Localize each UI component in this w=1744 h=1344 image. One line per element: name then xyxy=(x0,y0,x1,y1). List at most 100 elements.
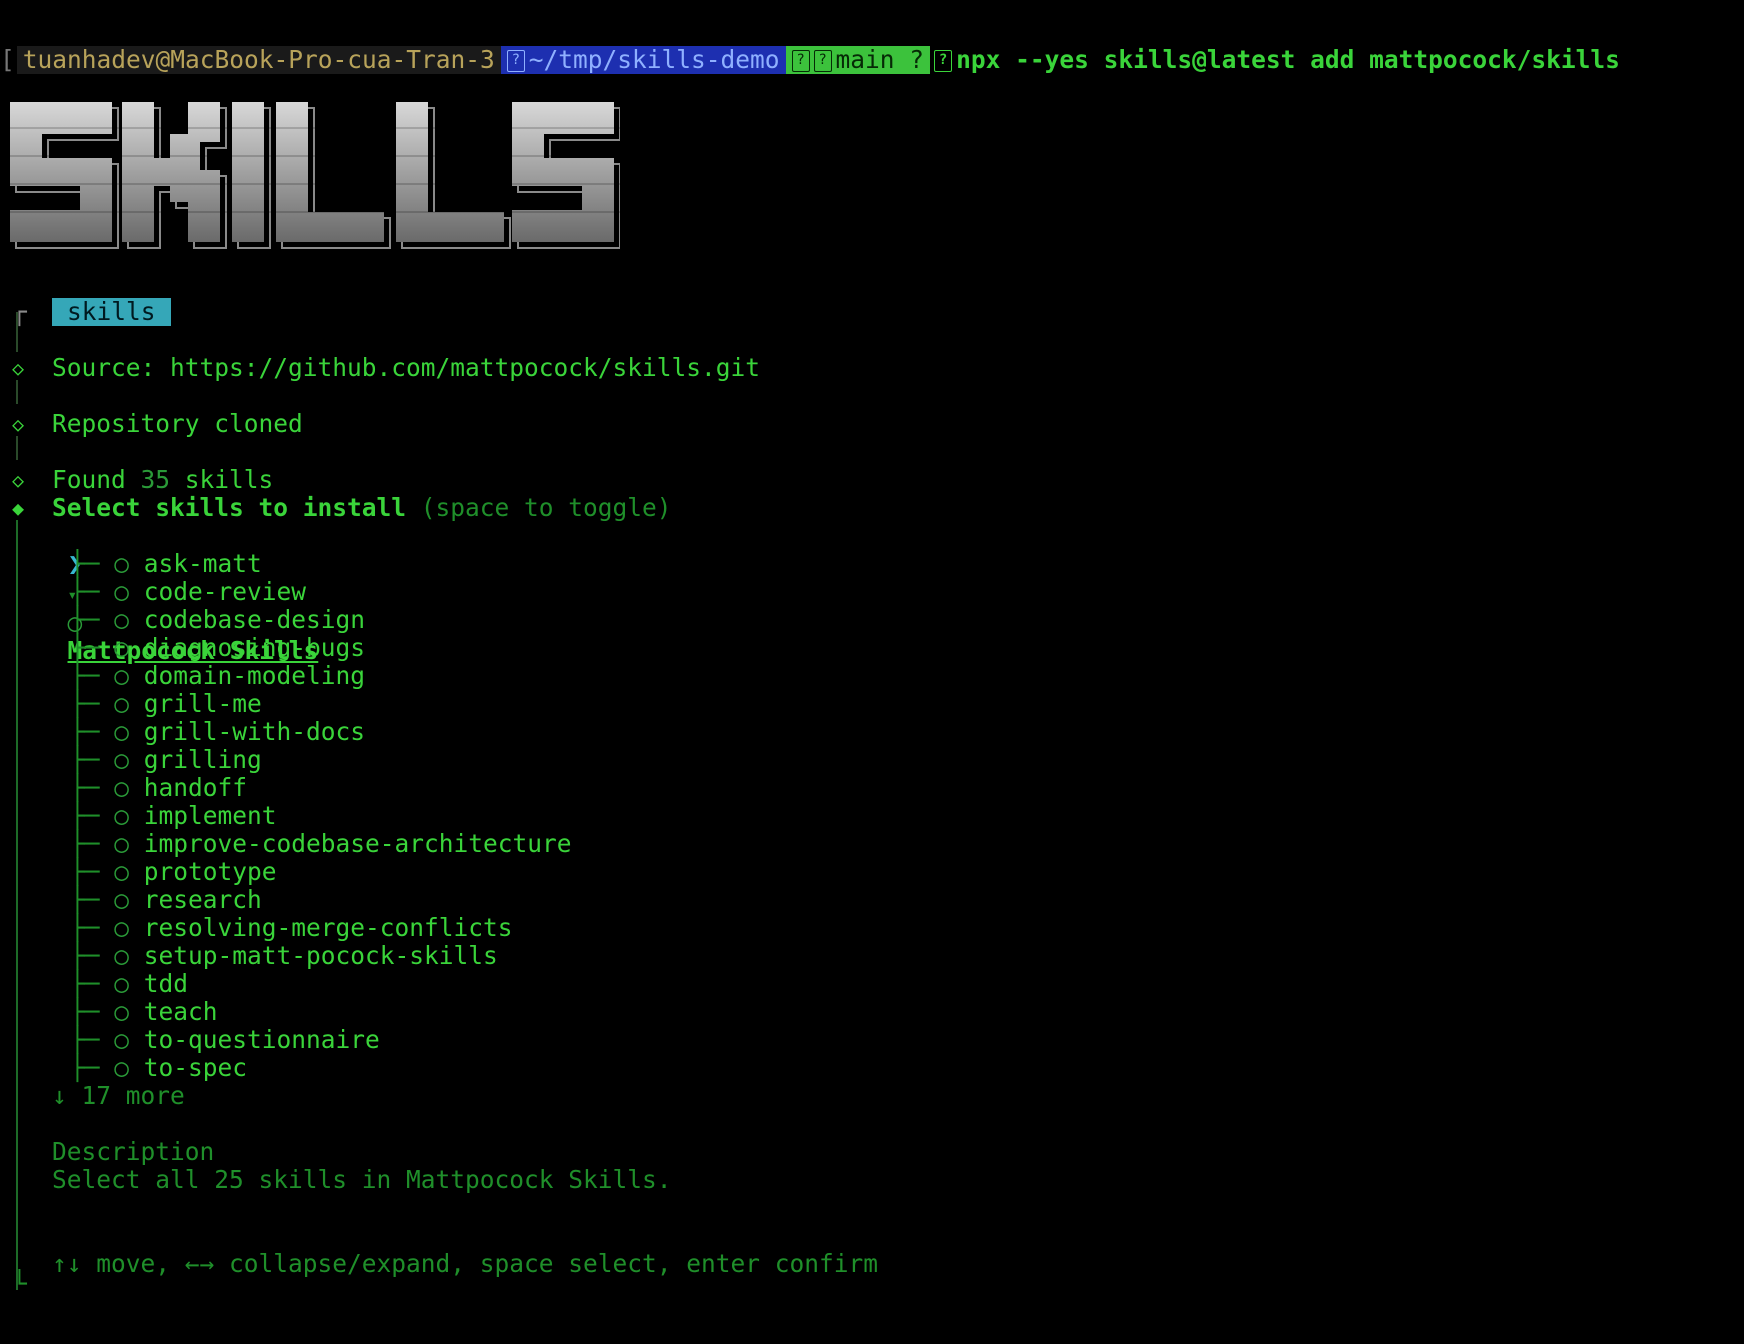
skill-label: domain-modeling xyxy=(143,661,366,690)
tree-branch: ├─ xyxy=(70,633,115,662)
skill-checkbox-icon[interactable]: ○ xyxy=(114,577,129,606)
skill-checkbox-icon[interactable]: ○ xyxy=(114,661,129,690)
skill-checkbox-icon[interactable]: ○ xyxy=(114,997,129,1026)
skill-label: resolving-merge-conflicts xyxy=(143,913,513,942)
skill-item[interactable]: ├─ ○ resolving-merge-conflicts xyxy=(70,914,513,942)
skill-checkbox-icon[interactable]: ○ xyxy=(114,1025,129,1054)
git-icon: ? xyxy=(791,50,810,72)
step-done-icon: ◇ xyxy=(11,468,25,492)
select-title: Select skills to install xyxy=(52,493,407,522)
tree-branch: ├─ xyxy=(70,969,115,998)
skill-checkbox-icon[interactable]: ○ xyxy=(114,885,129,914)
description-text: Select all 25 skills in Mattpocock Skill… xyxy=(52,1165,672,1194)
skill-label: grilling xyxy=(143,745,262,774)
skill-label: implement xyxy=(143,801,277,830)
skill-item[interactable]: ├─ ○ implement xyxy=(70,802,277,830)
skill-checkbox-icon[interactable]: ○ xyxy=(114,913,129,942)
skill-item[interactable]: ├─ ○ domain-modeling xyxy=(70,662,365,690)
skill-checkbox-icon[interactable]: ○ xyxy=(114,745,129,774)
shell-prompt: [ tuanhadev@MacBook-Pro-cua-Tran-3 ? ~/tm… xyxy=(0,46,1626,74)
prompt-path: ~/tmp/skills-demo xyxy=(528,45,780,74)
tree-branch: ├─ xyxy=(70,885,115,914)
skill-item[interactable]: ├─ ○ grilling xyxy=(70,746,262,774)
skill-checkbox-icon[interactable]: ○ xyxy=(114,689,129,718)
skill-item[interactable]: ├─ ○ codebase-design xyxy=(70,606,365,634)
step-done-icon: ◇ xyxy=(11,356,25,380)
skill-checkbox-icon[interactable]: ○ xyxy=(114,829,129,858)
prompt-git-segment: ?? main ? xyxy=(785,46,931,74)
found-suffix: skills xyxy=(170,465,274,494)
tree-branch: ├─ xyxy=(70,605,115,634)
skill-checkbox-icon[interactable]: ○ xyxy=(114,605,129,634)
skill-checkbox-icon[interactable]: ○ xyxy=(114,941,129,970)
skill-item[interactable]: ├─ ○ diagnosing-bugs xyxy=(70,634,365,662)
prompt-user-host: tuanhadev@MacBook-Pro-cua-Tran-3 xyxy=(16,46,501,74)
help-line: ↑↓ move, ←→ collapse/expand, space selec… xyxy=(52,1249,879,1278)
prompt-bracket: [ xyxy=(0,45,15,74)
prompt-command-segment: ? npx --yes skills@latest add mattpocock/… xyxy=(930,46,1626,74)
skill-item[interactable]: ├─ ○ prototype xyxy=(70,858,277,886)
gutter-rail-2 xyxy=(16,436,18,460)
skill-item[interactable]: ├─ ○ research xyxy=(70,886,262,914)
tree-branch: ├─ xyxy=(70,801,115,830)
select-hint: (space to toggle) xyxy=(420,493,672,522)
select-heading: Select skills to install (space to toggl… xyxy=(52,494,672,522)
skills-logo xyxy=(8,102,620,249)
tree-branch: ├─ xyxy=(70,941,115,970)
skill-item[interactable]: ├─ ○ to-spec xyxy=(70,1054,247,1082)
skill-checkbox-icon[interactable]: ○ xyxy=(114,633,129,662)
skill-label: tdd xyxy=(143,969,189,998)
skill-item[interactable]: ├─ ○ teach xyxy=(70,998,218,1026)
skill-label: grill-with-docs xyxy=(143,717,366,746)
skill-label: to-questionnaire xyxy=(143,1025,380,1054)
tree-branch: ├─ xyxy=(70,1053,115,1082)
skill-checkbox-icon[interactable]: ○ xyxy=(114,773,129,802)
skill-label: improve-codebase-architecture xyxy=(143,829,572,858)
gutter-corner: ┌ xyxy=(12,297,27,326)
tree-branch: ├─ xyxy=(70,689,115,718)
tree-branch: ├─ xyxy=(70,717,115,746)
skill-label: codebase-design xyxy=(143,605,366,634)
tree-branch: ├─ xyxy=(70,577,115,606)
step-done-icon: ◇ xyxy=(11,412,25,436)
found-count: 35 xyxy=(140,465,171,494)
skill-item[interactable]: ├─ ○ tdd xyxy=(70,970,188,998)
tree-branch: ├─ xyxy=(70,745,115,774)
gutter-rail-active xyxy=(16,520,18,1290)
gutter-corner-bottom: └ xyxy=(12,1269,27,1298)
skill-item[interactable]: ├─ ○ grill-with-docs xyxy=(70,718,365,746)
found-prefix: Found xyxy=(52,465,141,494)
prompt-command[interactable]: npx --yes skills@latest add mattpocock/s… xyxy=(956,45,1620,74)
skill-checkbox-icon[interactable]: ○ xyxy=(114,857,129,886)
tree-branch: ├─ xyxy=(70,773,115,802)
source-line: Source: https://github.com/mattpocock/sk… xyxy=(52,353,761,382)
skill-item[interactable]: ├─ ○ grill-me xyxy=(70,690,262,718)
skill-item[interactable]: ├─ ○ to-questionnaire xyxy=(70,1026,380,1054)
skill-item[interactable]: ├─ ○ code-review xyxy=(70,578,306,606)
tree-branch: ├─ xyxy=(70,829,115,858)
skill-label: setup-matt-pocock-skills xyxy=(143,941,498,970)
skills-tag: skills xyxy=(52,298,171,326)
skill-item[interactable]: ├─ ○ improve-codebase-architecture xyxy=(70,830,572,858)
tree-branch: ├─ xyxy=(70,1025,115,1054)
skill-item[interactable]: ├─ ○ setup-matt-pocock-skills xyxy=(70,942,498,970)
tree-branch: ├─ xyxy=(70,549,115,578)
skill-label: ask-matt xyxy=(143,549,262,578)
repo-line: Repository cloned xyxy=(52,409,303,438)
more-indicator[interactable]: ↓ 17 more xyxy=(52,1082,185,1110)
skill-checkbox-icon[interactable]: ○ xyxy=(114,969,129,998)
step-active-icon: ◆ xyxy=(11,496,25,520)
skill-label: grill-me xyxy=(143,689,262,718)
skill-label: diagnosing-bugs xyxy=(143,633,366,662)
prompt-symbol-icon: ? xyxy=(934,50,953,72)
gutter-rail-1 xyxy=(16,380,18,404)
skill-item[interactable]: ├─ ○ handoff xyxy=(70,774,247,802)
tree-branch: ├─ xyxy=(70,857,115,886)
skill-checkbox-icon[interactable]: ○ xyxy=(114,549,129,578)
skill-label: prototype xyxy=(143,857,277,886)
skill-checkbox-icon[interactable]: ○ xyxy=(114,717,129,746)
skill-checkbox-icon[interactable]: ○ xyxy=(114,1053,129,1082)
skill-checkbox-icon[interactable]: ○ xyxy=(114,801,129,830)
found-line: Found 35 skills xyxy=(52,466,273,494)
skill-item[interactable]: ├─ ○ ask-matt xyxy=(70,550,262,578)
